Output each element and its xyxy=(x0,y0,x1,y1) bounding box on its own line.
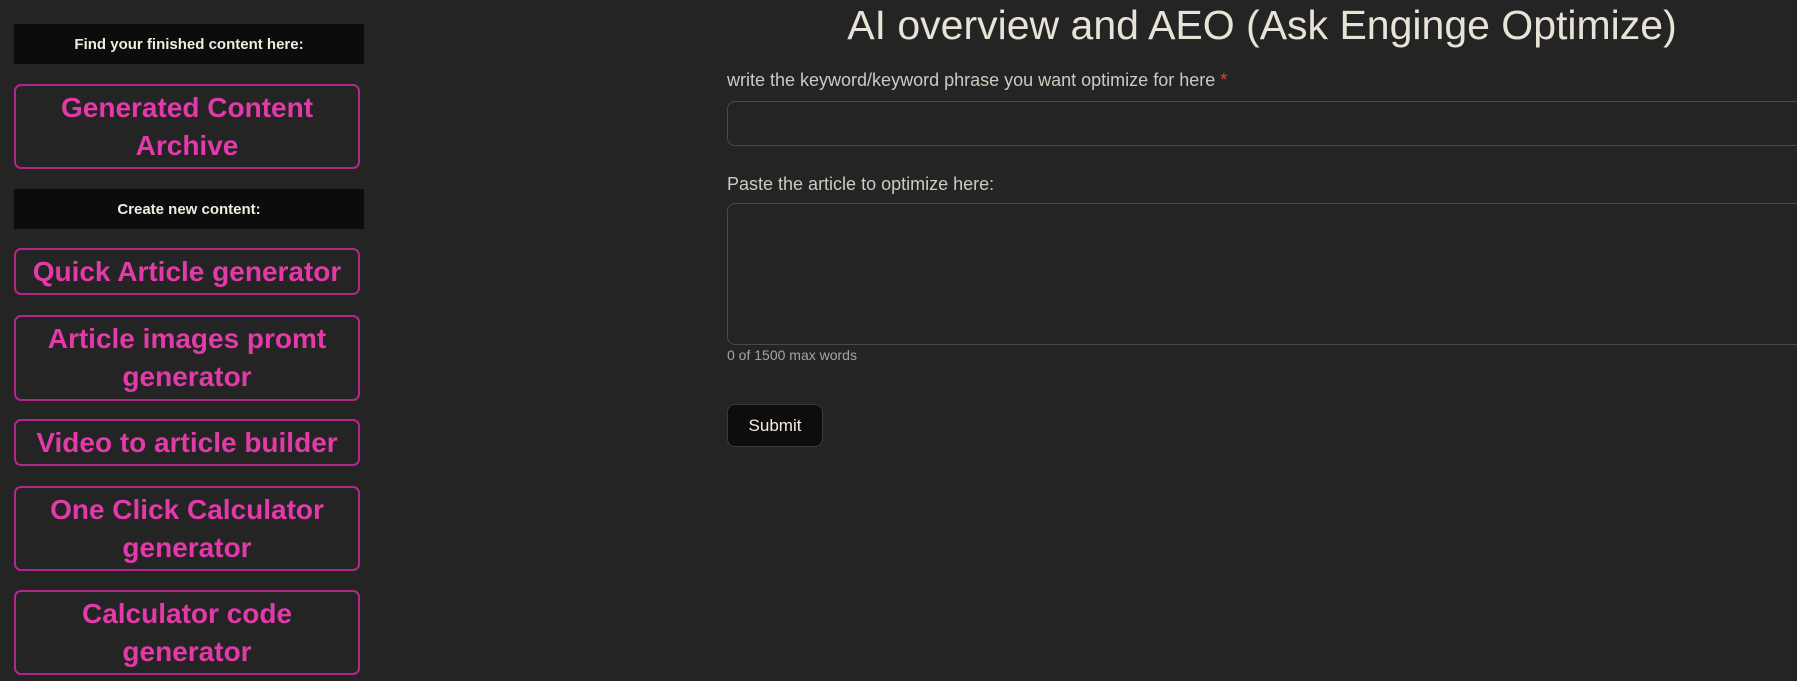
keyword-input[interactable] xyxy=(727,101,1797,146)
article-textarea[interactable] xyxy=(727,203,1797,345)
one-click-calculator-generator-button[interactable]: One Click Calculator generator xyxy=(14,486,360,571)
calculator-code-generator-button[interactable]: Calculator code generator xyxy=(14,590,360,675)
create-content-header: Create new content: xyxy=(14,189,364,229)
word-count: 0 of 1500 max words xyxy=(727,347,857,363)
video-to-article-builder-button[interactable]: Video to article builder xyxy=(14,419,360,466)
generated-content-archive-button[interactable]: Generated Content Archive xyxy=(14,84,360,169)
article-images-prompt-generator-button[interactable]: Article images promt generator xyxy=(14,315,360,401)
keyword-label: write the keyword/keyword phrase you wan… xyxy=(727,70,1227,91)
article-label: Paste the article to optimize here: xyxy=(727,174,995,194)
submit-button[interactable]: Submit xyxy=(727,404,823,447)
finished-content-header: Find your finished content here: xyxy=(14,24,364,64)
quick-article-generator-button[interactable]: Quick Article generator xyxy=(14,248,360,295)
keyword-label-text: write the keyword/keyword phrase you wan… xyxy=(727,70,1216,90)
required-mark: * xyxy=(1220,70,1228,90)
page-title: AI overview and AEO (Ask Enginge Optimiz… xyxy=(847,2,1677,48)
